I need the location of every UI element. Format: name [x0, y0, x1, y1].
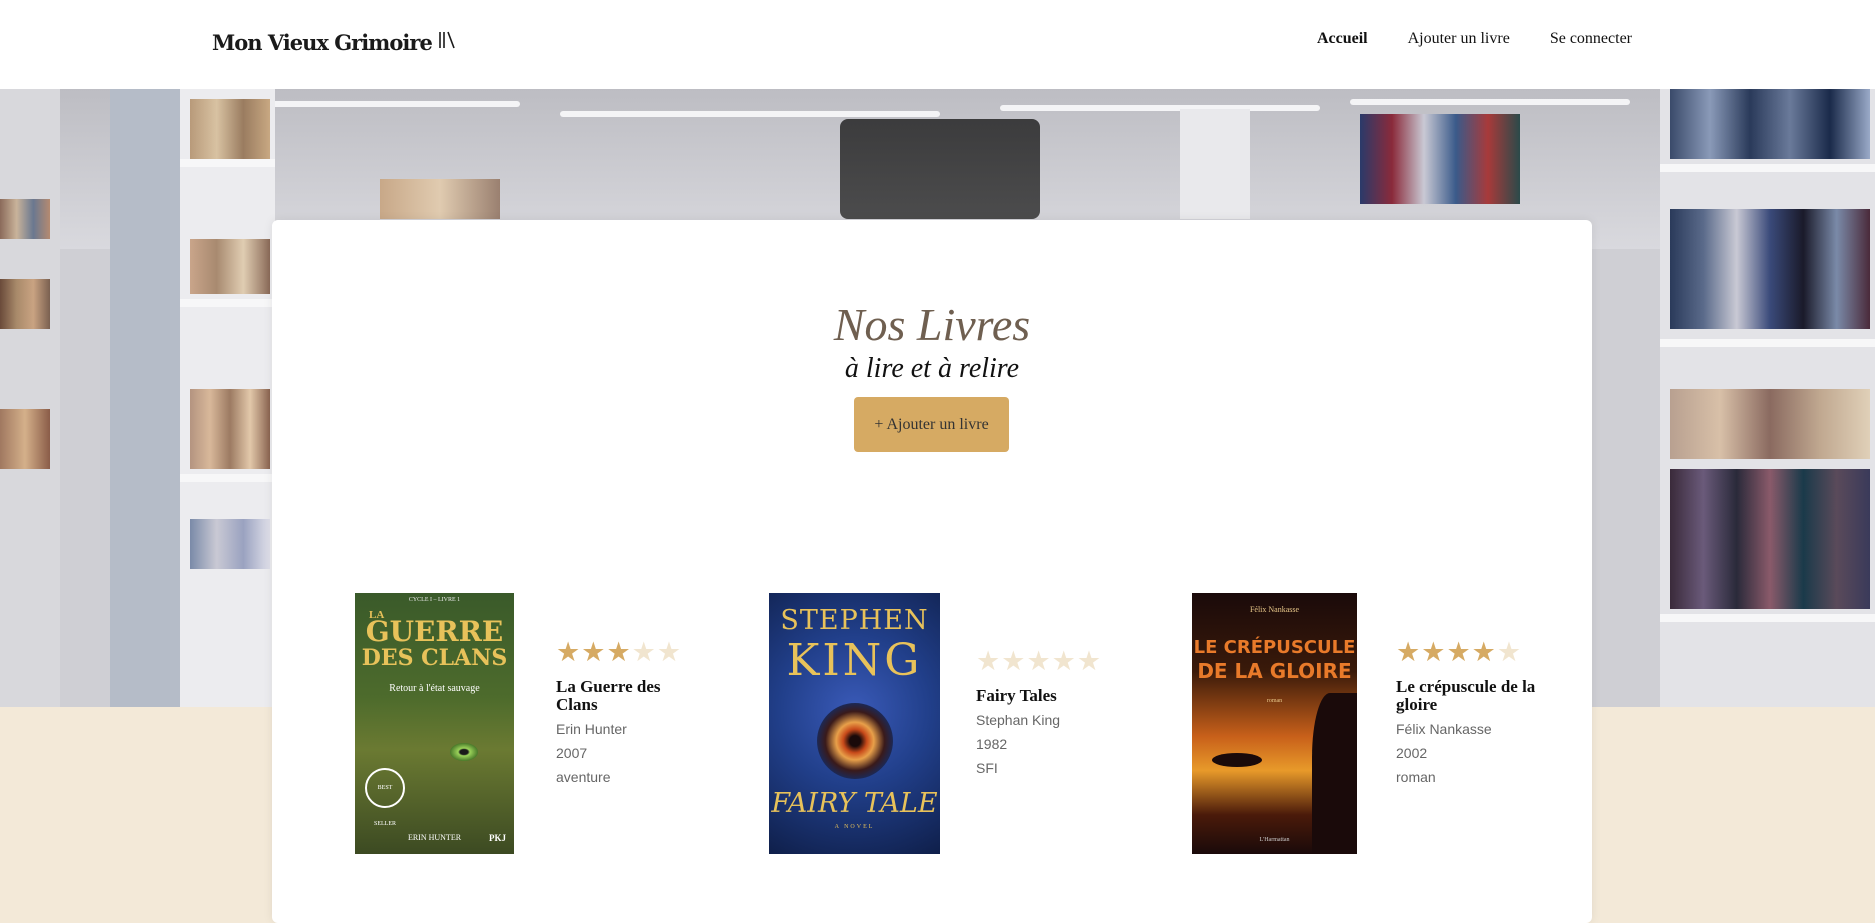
books-icon [438, 30, 456, 55]
star-empty-icon: ★ [976, 646, 1001, 677]
cover-author: Félix Nankasse [1249, 605, 1300, 614]
add-book-button[interactable]: + Ajouter un livre [854, 397, 1009, 452]
book-author: Stephan King [976, 712, 1061, 728]
star-empty-icon: ★ [1076, 646, 1102, 677]
book-title: Le crépuscule de la gloire [1396, 677, 1536, 714]
book-author: Erin Hunter [556, 721, 627, 737]
star-filled-icon: ★ [581, 637, 606, 668]
cover-title: FAIRY TALE [771, 788, 938, 819]
cover-tagline: Retour à l'état sauvage [389, 683, 480, 694]
cat-eye-illustration [450, 743, 478, 761]
star-filled-icon: ★ [1471, 637, 1496, 668]
star-filled-icon: ★ [1396, 637, 1421, 668]
book-genre: roman [1396, 769, 1436, 785]
cover-title-2: DE LA GLOIRE [1197, 659, 1352, 683]
book-cover: CYCLE I – LIVRE 1 LA GUERRE DES CLANS Re… [355, 593, 514, 854]
page-subtitle: à lire et à relire [844, 353, 1020, 384]
book-year: 1982 [976, 736, 1008, 752]
main-nav: Accueil Ajouter un livre Se connecter [1277, 30, 1632, 48]
tree-illustration [1212, 753, 1262, 767]
rating-stars: ★ ★ ★ ★ ★ [976, 648, 1126, 675]
cover-series: CYCLE I – LIVRE 1 [408, 597, 461, 603]
star-empty-icon: ★ [1051, 646, 1076, 677]
cover-tagline: A NOVEL [834, 824, 875, 830]
book-card[interactable]: Félix Nankasse LE CRÉPUSCULE DE LA GLOIR… [1192, 593, 1535, 854]
site-logo[interactable]: Mon Vieux Grimoire [212, 30, 456, 55]
star-filled-icon: ★ [1421, 637, 1446, 668]
books-card: Nos Livres à lire et à relire + Ajouter … [272, 220, 1592, 923]
book-info: ★ ★ ★ ★ ★ Fairy Tales Stephan King 1982 SFI [976, 648, 1126, 777]
nav-link-accueil[interactable]: Accueil [1317, 30, 1368, 48]
book-info: ★ ★ ★ ★ ★ Le crépuscule de la gloire Félix N… [1396, 639, 1546, 786]
book-cover: Félix Nankasse LE CRÉPUSCULE DE LA GLOIR… [1192, 593, 1357, 854]
star-filled-icon: ★ [1446, 637, 1471, 668]
book-year: 2007 [556, 745, 588, 761]
star-empty-icon: ★ [656, 637, 682, 668]
star-empty-icon: ★ [1026, 646, 1051, 677]
rating-stars: ★ ★ ★ ★ ★ [1396, 639, 1546, 666]
rating-stars: ★ ★ ★ ★ ★ [556, 639, 706, 666]
cover-title-3: DES CLANS [361, 645, 508, 671]
nav-link-se-connecter[interactable]: Se connecter [1550, 30, 1632, 48]
nav-link-ajouter-livre[interactable]: Ajouter un livre [1408, 30, 1510, 48]
star-empty-icon: ★ [1001, 646, 1026, 677]
eye-illustration [817, 703, 893, 779]
book-cover: STEPHEN KING FAIRY TALE A NOVEL [769, 593, 940, 854]
silhouette-illustration [1312, 693, 1357, 854]
book-title: Fairy Tales [976, 686, 1057, 705]
book-card[interactable]: STEPHEN KING FAIRY TALE A NOVEL ★ ★ ★ ★ ★ Fa… [769, 593, 1101, 854]
star-filled-icon: ★ [556, 637, 581, 668]
book-year: 2002 [1396, 745, 1428, 761]
book-card[interactable]: CYCLE I – LIVRE 1 LA GUERRE DES CLANS Re… [355, 593, 681, 854]
cover-title-1: LE CRÉPUSCULE [1193, 637, 1356, 658]
logo-text: Mon Vieux Grimoire [212, 30, 433, 55]
page-title: Nos Livres [833, 299, 1031, 350]
cover-author-1: STEPHEN [780, 605, 929, 636]
top-header: Mon Vieux Grimoire Accueil Ajouter un li… [0, 0, 1875, 89]
star-empty-icon: ★ [631, 637, 656, 668]
publisher-logo: PKJ [489, 833, 506, 843]
cover-title-2: GUERRE [365, 615, 504, 648]
book-author: Félix Nankasse [1396, 721, 1492, 737]
book-genre: SFI [976, 760, 998, 776]
star-empty-icon: ★ [1496, 637, 1522, 668]
cover-author-2: KING [786, 635, 923, 686]
book-title: La Guerre des Clans [556, 677, 661, 714]
cover-publisher: L'Harmattan [1259, 837, 1290, 843]
book-genre: aventure [556, 769, 611, 785]
star-filled-icon: ★ [606, 637, 631, 668]
book-info: ★ ★ ★ ★ ★ La Guerre des Clans Erin Hunter 20… [556, 639, 706, 786]
bestseller-badge: BEST SELLER [365, 768, 405, 827]
